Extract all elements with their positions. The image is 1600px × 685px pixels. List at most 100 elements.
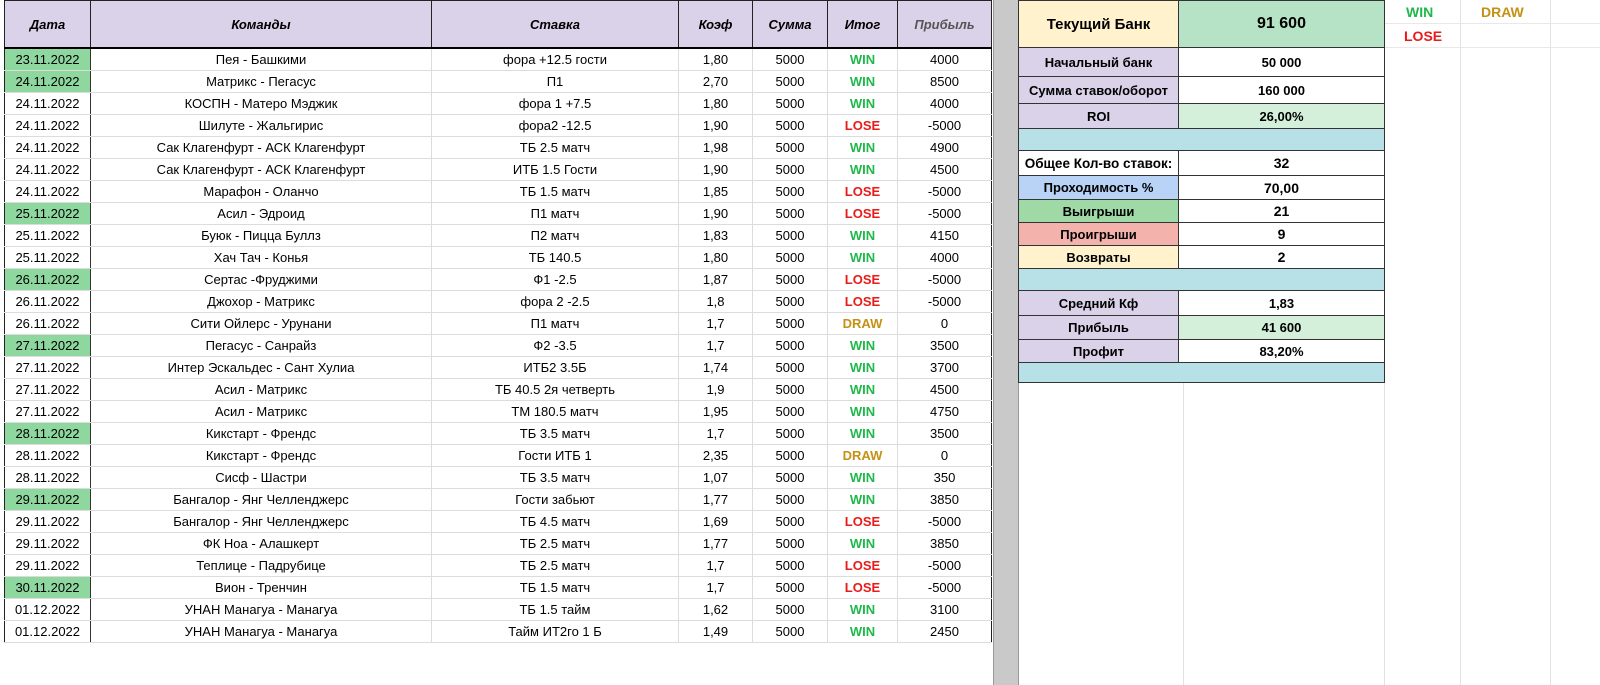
profit-cell[interactable]: 2450 xyxy=(897,619,992,643)
roi-value[interactable]: 26,00% xyxy=(1178,103,1385,129)
profit-pct-value[interactable]: 83,20% xyxy=(1178,339,1385,363)
teams-cell[interactable]: Джохор - Матрикс xyxy=(90,289,432,313)
profit-cell[interactable]: -5000 xyxy=(897,179,992,203)
result-cell[interactable]: WIN xyxy=(827,355,898,379)
bet-cell[interactable]: ТБ 40.5 2я четверть xyxy=(431,377,679,401)
bet-cell[interactable]: фора 1 +7.5 xyxy=(431,91,679,115)
profit-cell[interactable]: 3500 xyxy=(897,333,992,357)
date-cell[interactable]: 29.11.2022 xyxy=(4,509,91,533)
bet-cell[interactable]: ТБ 3.5 матч xyxy=(431,421,679,445)
profit-cell[interactable]: 3700 xyxy=(897,355,992,379)
bet-cell[interactable]: ТБ 140.5 xyxy=(431,245,679,269)
profit-cell[interactable]: -5000 xyxy=(897,289,992,313)
result-cell[interactable]: WIN xyxy=(827,465,898,489)
bet-cell[interactable]: П1 xyxy=(431,69,679,93)
date-cell[interactable]: 30.11.2022 xyxy=(4,575,91,599)
sum-cell[interactable]: 5000 xyxy=(752,575,828,599)
profit-cell[interactable]: 4000 xyxy=(897,91,992,115)
result-cell[interactable]: WIN xyxy=(827,47,898,71)
sum-cell[interactable]: 5000 xyxy=(752,619,828,643)
teams-cell[interactable]: Интер Эскальдес - Сант Хулиа xyxy=(90,355,432,379)
profit-cell[interactable]: -5000 xyxy=(897,509,992,533)
result-cell[interactable]: LOSE xyxy=(827,575,898,599)
profit-cell[interactable]: -5000 xyxy=(897,267,992,291)
sum-cell[interactable]: 5000 xyxy=(752,267,828,291)
coef-cell[interactable]: 1,7 xyxy=(678,575,753,599)
sum-cell[interactable]: 5000 xyxy=(752,333,828,357)
total-bets-label[interactable]: Общее Кол-во ставок: xyxy=(1018,150,1179,176)
date-cell[interactable]: 24.11.2022 xyxy=(4,69,91,93)
coef-cell[interactable]: 1,87 xyxy=(678,267,753,291)
spacer-cell[interactable] xyxy=(1018,362,1385,383)
date-cell[interactable]: 24.11.2022 xyxy=(4,113,91,137)
bet-cell[interactable]: ТМ 180.5 матч xyxy=(431,399,679,423)
bet-cell[interactable]: Ф2 -3.5 xyxy=(431,333,679,357)
sum-cell[interactable]: 5000 xyxy=(752,135,828,159)
coef-cell[interactable]: 1,85 xyxy=(678,179,753,203)
profit-cell[interactable]: 4000 xyxy=(897,245,992,269)
col-header-sum[interactable]: Сумма xyxy=(752,0,828,49)
date-cell[interactable]: 28.11.2022 xyxy=(4,443,91,467)
result-cell[interactable]: LOSE xyxy=(827,289,898,313)
current-bank-value[interactable]: 91 600 xyxy=(1178,0,1385,48)
bet-cell[interactable]: фора2 -12.5 xyxy=(431,113,679,137)
result-cell[interactable]: WIN xyxy=(827,223,898,247)
returns-value[interactable]: 2 xyxy=(1178,245,1385,269)
teams-cell[interactable]: Буюк - Пицца Буллз xyxy=(90,223,432,247)
bet-cell[interactable]: ТБ 1.5 тайм xyxy=(431,597,679,621)
bet-cell[interactable]: фора +12.5 гости xyxy=(431,47,679,71)
legend-win[interactable]: WIN xyxy=(1406,4,1433,20)
col-header-result[interactable]: Итог xyxy=(827,0,898,49)
profit-cell[interactable]: 4150 xyxy=(897,223,992,247)
date-cell[interactable]: 26.11.2022 xyxy=(4,311,91,335)
losses-value[interactable]: 9 xyxy=(1178,222,1385,246)
col-header-teams[interactable]: Команды xyxy=(90,0,432,49)
start-bank-value[interactable]: 50 000 xyxy=(1178,47,1385,77)
coef-cell[interactable]: 1,77 xyxy=(678,487,753,511)
avg-coef-value[interactable]: 1,83 xyxy=(1178,290,1385,316)
profit-pct-label[interactable]: Профит xyxy=(1018,339,1179,363)
profit-cell[interactable]: 4500 xyxy=(897,377,992,401)
coef-cell[interactable]: 2,35 xyxy=(678,443,753,467)
coef-cell[interactable]: 1,69 xyxy=(678,509,753,533)
sum-cell[interactable]: 5000 xyxy=(752,531,828,555)
coef-cell[interactable]: 1,8 xyxy=(678,289,753,313)
spacer-cell[interactable] xyxy=(1018,128,1385,151)
bet-cell[interactable]: ТБ 1.5 матч xyxy=(431,575,679,599)
sum-cell[interactable]: 5000 xyxy=(752,47,828,71)
result-cell[interactable]: DRAW xyxy=(827,311,898,335)
coef-cell[interactable]: 1,83 xyxy=(678,223,753,247)
result-cell[interactable]: DRAW xyxy=(827,443,898,467)
teams-cell[interactable]: УНАН Манагуа - Манагуа xyxy=(90,597,432,621)
pass-rate-label[interactable]: Проходимость % xyxy=(1018,175,1179,200)
sum-cell[interactable]: 5000 xyxy=(752,553,828,577)
sum-cell[interactable]: 5000 xyxy=(752,91,828,115)
bet-cell[interactable]: П2 матч xyxy=(431,223,679,247)
sum-cell[interactable]: 5000 xyxy=(752,223,828,247)
profit-cell[interactable]: 0 xyxy=(897,443,992,467)
teams-cell[interactable]: Пегасус - Санрайз xyxy=(90,333,432,357)
teams-cell[interactable]: Асил - Матрикс xyxy=(90,377,432,401)
bet-cell[interactable]: П1 матч xyxy=(431,201,679,225)
result-cell[interactable]: WIN xyxy=(827,421,898,445)
date-cell[interactable]: 28.11.2022 xyxy=(4,421,91,445)
bet-cell[interactable]: фора 2 -2.5 xyxy=(431,289,679,313)
teams-cell[interactable]: Асил - Матрикс xyxy=(90,399,432,423)
teams-cell[interactable]: Сисф - Шастри xyxy=(90,465,432,489)
bet-cell[interactable]: Гости ИТБ 1 xyxy=(431,443,679,467)
date-cell[interactable]: 24.11.2022 xyxy=(4,135,91,159)
teams-cell[interactable]: Бангалор - Янг Челленджерс xyxy=(90,487,432,511)
profit-cell[interactable]: 4900 xyxy=(897,135,992,159)
result-cell[interactable]: LOSE xyxy=(827,267,898,291)
result-cell[interactable]: LOSE xyxy=(827,201,898,225)
result-cell[interactable]: WIN xyxy=(827,157,898,181)
result-cell[interactable]: WIN xyxy=(827,245,898,269)
legend-draw[interactable]: DRAW xyxy=(1481,4,1524,20)
coef-cell[interactable]: 1,7 xyxy=(678,311,753,335)
date-cell[interactable]: 27.11.2022 xyxy=(4,333,91,357)
teams-cell[interactable]: ФК Ноа - Алашкерт xyxy=(90,531,432,555)
date-cell[interactable]: 01.12.2022 xyxy=(4,597,91,621)
profit-cell[interactable]: 3850 xyxy=(897,487,992,511)
bet-cell[interactable]: Гости забьют xyxy=(431,487,679,511)
coef-cell[interactable]: 1,90 xyxy=(678,157,753,181)
